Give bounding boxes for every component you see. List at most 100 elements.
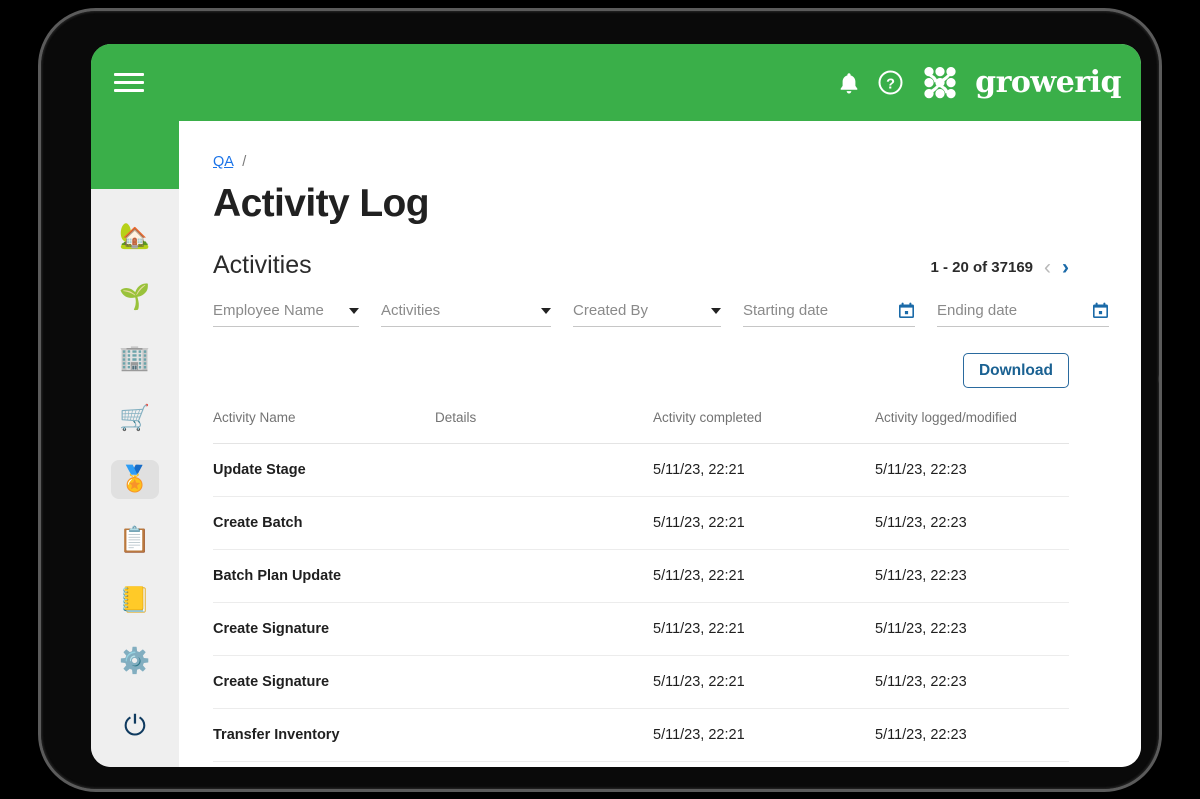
- cell-activity-completed: 5/11/23, 22:21: [653, 708, 875, 763]
- sidebar-item-documents[interactable]: 📒: [111, 581, 159, 621]
- cell-activity-completed: 5/11/23, 22:21: [653, 602, 875, 657]
- table-row[interactable]: Create Signature 5/11/23, 22:21 5/11/23,…: [213, 602, 1069, 657]
- cell-activity-name: Transfer Inventory: [213, 708, 435, 763]
- sidebar: 🏡 🌱 🏢 🛒 🏅 📋 📒 ⚙️ ⏻: [91, 189, 179, 767]
- clipboard-calculator-icon: 📋: [119, 525, 151, 554]
- cell-activity-modified: 5/11/23, 22:23: [875, 708, 1069, 763]
- gear-icon: ⚙️: [119, 647, 151, 676]
- table-row[interactable]: Transfer Inventory 5/11/23, 22:21 5/11/2…: [213, 708, 1069, 763]
- office-worker-icon: 🏢: [119, 343, 151, 372]
- hamburger-bar: [114, 73, 144, 76]
- filter-starting-date[interactable]: Starting date: [743, 296, 915, 327]
- help-circle-icon[interactable]: ?: [878, 70, 903, 95]
- table-row[interactable]: Batch Plan Update 5/11/23, 22:21 5/11/23…: [213, 549, 1069, 604]
- filter-activities[interactable]: Activities: [381, 296, 551, 327]
- cell-activity-modified: 5/11/23, 22:23: [875, 549, 1069, 604]
- sidebar-item-home[interactable]: 🏡: [111, 217, 159, 257]
- table-header: Activity Name Details Activity completed…: [213, 410, 1069, 445]
- cell-details: [435, 496, 653, 551]
- filter-created-by[interactable]: Created By: [573, 296, 721, 327]
- hamburger-bar: [114, 81, 144, 84]
- brand-name: groweriq: [975, 64, 1121, 100]
- section-header-row: Activities 1 - 20 of 37169 ‹ ›: [213, 250, 1069, 279]
- chevron-down-icon: [711, 307, 721, 314]
- hamburger-bar: [114, 89, 144, 92]
- cell-activity-name: Create Signature: [213, 602, 435, 657]
- filter-employee-name[interactable]: Employee Name: [213, 296, 359, 327]
- download-button[interactable]: Download: [962, 352, 1069, 389]
- filter-starting-date-label: Starting date: [743, 302, 829, 320]
- hamburger-menu-icon[interactable]: [114, 70, 144, 96]
- table-row[interactable]: Update Stage 5/11/23, 22:21 5/11/23, 22:…: [213, 443, 1069, 498]
- svg-text:?: ?: [886, 76, 895, 92]
- cell-activity-modified: 5/11/23, 22:23: [875, 496, 1069, 551]
- column-header-details: Details: [435, 410, 653, 445]
- table-row[interactable]: Create Batch 5/11/23, 22:21 5/11/23, 22:…: [213, 496, 1069, 551]
- section-title: Activities: [213, 250, 312, 279]
- cart-package-icon: 🛒: [119, 404, 151, 433]
- cell-details: [435, 708, 653, 763]
- cell-activity-name: Update Stage: [213, 443, 435, 498]
- tablet-device-frame: ? groweriq 🏡 🌱 🏢 🛒 🏅 📋 📒 ⚙️ ⏻ QA / Activ…: [38, 8, 1162, 792]
- sidebar-item-settings[interactable]: ⚙️: [111, 642, 159, 682]
- calendar-icon[interactable]: [898, 302, 915, 319]
- calendar-icon[interactable]: [1092, 302, 1109, 319]
- cell-details: [435, 549, 653, 604]
- power-icon: ⏻: [123, 710, 147, 742]
- sidebar-item-reports[interactable]: 📋: [111, 520, 159, 560]
- cell-activity-modified: 5/11/23, 22:23: [875, 602, 1069, 657]
- groweriq-logo-mark: [921, 66, 959, 100]
- cell-activity-completed: 5/11/23, 22:21: [653, 655, 875, 710]
- notification-bell-icon[interactable]: [838, 71, 860, 95]
- cell-activity-name: Create Batch: [213, 496, 435, 551]
- cell-activity-completed: 5/11/23, 22:21: [653, 549, 875, 604]
- column-header-activity-name: Activity Name: [213, 410, 435, 445]
- seedling-icon: 🌱: [119, 283, 151, 311]
- table-row[interactable]: Create Signature 5/11/23, 22:21 5/11/23,…: [213, 655, 1069, 710]
- app-screen: ? groweriq 🏡 🌱 🏢 🛒 🏅 📋 📒 ⚙️ ⏻ QA / Activ…: [91, 44, 1141, 767]
- filters-row: Employee Name Activities Created By Star…: [213, 296, 1141, 327]
- sidebar-item-quality[interactable]: 🏅: [111, 459, 159, 500]
- bezel-speaker-dot: [1158, 369, 1159, 389]
- topbar-actions: ? groweriq: [838, 66, 1121, 100]
- pagination-previous-icon[interactable]: ‹: [1044, 257, 1051, 278]
- cell-details: [435, 602, 653, 657]
- cell-activity-completed: 5/11/23, 22:21: [653, 496, 875, 551]
- cell-activity-name: Batch Plan Update: [213, 549, 435, 604]
- filter-ending-date[interactable]: Ending date: [937, 296, 1109, 327]
- content-panel: QA / Activity Log Activities 1 - 20 of 3…: [179, 121, 1141, 767]
- medal-rosette-icon: 🏅: [119, 465, 151, 494]
- table-body: Update Stage 5/11/23, 22:21 5/11/23, 22:…: [213, 443, 1069, 763]
- breadcrumb-separator: /: [242, 154, 247, 170]
- document-icon: 📒: [119, 586, 151, 615]
- breadcrumb: QA /: [213, 154, 1141, 170]
- activity-log-table: Activity Name Details Activity completed…: [213, 410, 1069, 763]
- cell-details: [435, 443, 653, 498]
- filter-ending-date-label: Ending date: [937, 302, 1018, 320]
- paginator: 1 - 20 of 37169 ‹ ›: [930, 257, 1069, 278]
- cell-details: [435, 655, 653, 710]
- page-title: Activity Log: [213, 182, 430, 225]
- cell-activity-modified: 5/11/23, 22:23: [875, 443, 1069, 498]
- filter-employee-name-label: Employee Name: [213, 302, 324, 320]
- house-icon: 🏡: [119, 222, 151, 251]
- download-row: Download: [213, 352, 1069, 389]
- table-header-row: Activity Name Details Activity completed…: [213, 410, 1069, 445]
- sidebar-item-logout[interactable]: ⏻: [111, 706, 159, 746]
- app-topbar: ? groweriq: [91, 44, 1141, 121]
- chevron-down-icon: [349, 307, 359, 314]
- filter-activities-label: Activities: [381, 302, 441, 320]
- filter-created-by-label: Created By: [573, 302, 649, 320]
- chevron-down-icon: [541, 307, 551, 314]
- sidebar-item-employees[interactable]: 🏢: [111, 338, 159, 378]
- pagination-next-icon[interactable]: ›: [1062, 257, 1069, 278]
- cell-activity-name: Create Signature: [213, 655, 435, 710]
- column-header-modified: Activity logged/modified: [875, 410, 1069, 445]
- paginator-range-label: 1 - 20 of 37169: [930, 258, 1033, 276]
- column-header-completed: Activity completed: [653, 410, 875, 445]
- cell-activity-completed: 5/11/23, 22:21: [653, 443, 875, 498]
- breadcrumb-link-qa[interactable]: QA: [213, 154, 233, 170]
- cell-activity-modified: 5/11/23, 22:23: [875, 655, 1069, 710]
- sidebar-item-cultivation[interactable]: 🌱: [111, 278, 159, 318]
- sidebar-item-inventory[interactable]: 🛒: [111, 399, 159, 439]
